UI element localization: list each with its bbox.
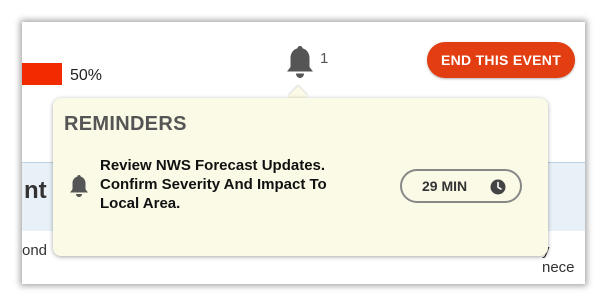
reminders-title: REMINDERS — [64, 113, 187, 135]
clock-icon — [490, 179, 506, 195]
reminders-popup: REMINDERS Review NWS Forecast Updates. C… — [53, 98, 548, 256]
reminder-time-button[interactable]: 29 MIN — [400, 169, 522, 203]
end-event-button[interactable]: END THIS EVENT — [427, 42, 575, 78]
progress-bar-fill — [22, 63, 62, 85]
notification-count: 1 — [320, 50, 329, 67]
notifications-bell-icon[interactable] — [284, 44, 316, 80]
body-text-left: ond — [22, 242, 48, 259]
body-text-right: y nece — [542, 242, 575, 276]
app-window: 50% 1 END THIS EVENT nt S ond y nece REM… — [22, 22, 585, 284]
reminder-text: Review NWS Forecast Updates. Confirm Sev… — [100, 157, 327, 212]
reminder-time-label: 29 MIN — [422, 178, 468, 194]
progress-percent: 50% — [70, 67, 103, 84]
bell-icon — [68, 174, 90, 198]
